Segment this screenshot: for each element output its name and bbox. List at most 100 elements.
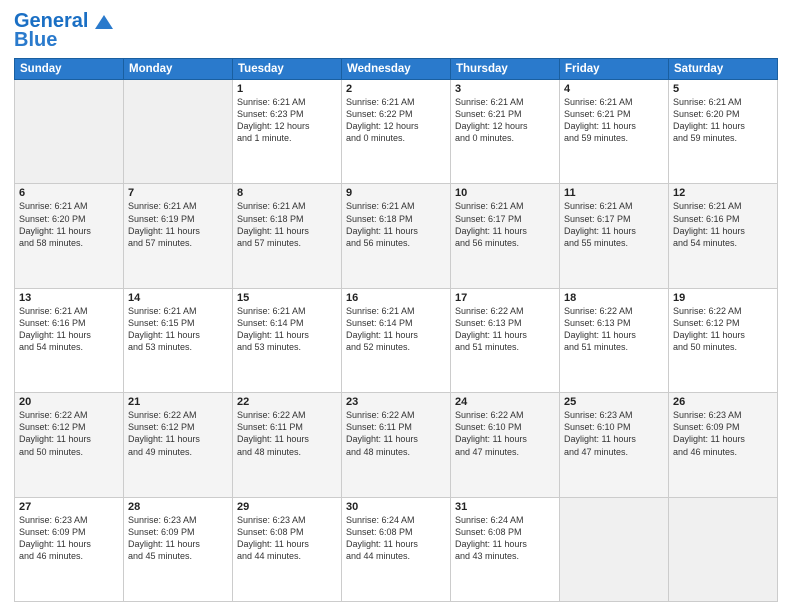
calendar-cell: 24Sunrise: 6:22 AM Sunset: 6:10 PM Dayli… [451, 393, 560, 497]
day-info: Sunrise: 6:21 AM Sunset: 6:19 PM Dayligh… [128, 200, 228, 249]
calendar-cell [560, 497, 669, 601]
calendar-cell: 29Sunrise: 6:23 AM Sunset: 6:08 PM Dayli… [233, 497, 342, 601]
calendar-cell: 16Sunrise: 6:21 AM Sunset: 6:14 PM Dayli… [342, 288, 451, 392]
day-number: 29 [237, 501, 337, 513]
calendar-cell: 10Sunrise: 6:21 AM Sunset: 6:17 PM Dayli… [451, 184, 560, 288]
calendar-week-5: 27Sunrise: 6:23 AM Sunset: 6:09 PM Dayli… [15, 497, 778, 601]
day-info: Sunrise: 6:23 AM Sunset: 6:09 PM Dayligh… [673, 409, 773, 458]
calendar-cell: 12Sunrise: 6:21 AM Sunset: 6:16 PM Dayli… [669, 184, 778, 288]
day-info: Sunrise: 6:21 AM Sunset: 6:20 PM Dayligh… [673, 96, 773, 145]
day-number: 13 [19, 292, 119, 304]
day-number: 5 [673, 83, 773, 95]
calendar-cell: 31Sunrise: 6:24 AM Sunset: 6:08 PM Dayli… [451, 497, 560, 601]
day-number: 22 [237, 396, 337, 408]
calendar-table: SundayMondayTuesdayWednesdayThursdayFrid… [14, 58, 778, 602]
calendar-cell: 14Sunrise: 6:21 AM Sunset: 6:15 PM Dayli… [124, 288, 233, 392]
calendar-cell [15, 80, 124, 184]
weekday-header-sunday: Sunday [15, 59, 124, 80]
calendar-cell: 7Sunrise: 6:21 AM Sunset: 6:19 PM Daylig… [124, 184, 233, 288]
calendar-cell: 19Sunrise: 6:22 AM Sunset: 6:12 PM Dayli… [669, 288, 778, 392]
day-info: Sunrise: 6:21 AM Sunset: 6:15 PM Dayligh… [128, 305, 228, 354]
day-number: 16 [346, 292, 446, 304]
day-info: Sunrise: 6:21 AM Sunset: 6:21 PM Dayligh… [455, 96, 555, 145]
day-info: Sunrise: 6:22 AM Sunset: 6:13 PM Dayligh… [564, 305, 664, 354]
day-info: Sunrise: 6:23 AM Sunset: 6:10 PM Dayligh… [564, 409, 664, 458]
day-info: Sunrise: 6:24 AM Sunset: 6:08 PM Dayligh… [455, 514, 555, 563]
weekday-header-saturday: Saturday [669, 59, 778, 80]
day-info: Sunrise: 6:21 AM Sunset: 6:18 PM Dayligh… [237, 200, 337, 249]
day-number: 2 [346, 83, 446, 95]
calendar-cell: 9Sunrise: 6:21 AM Sunset: 6:18 PM Daylig… [342, 184, 451, 288]
day-number: 14 [128, 292, 228, 304]
calendar-cell: 26Sunrise: 6:23 AM Sunset: 6:09 PM Dayli… [669, 393, 778, 497]
day-number: 17 [455, 292, 555, 304]
day-info: Sunrise: 6:23 AM Sunset: 6:09 PM Dayligh… [128, 514, 228, 563]
day-info: Sunrise: 6:21 AM Sunset: 6:18 PM Dayligh… [346, 200, 446, 249]
day-info: Sunrise: 6:21 AM Sunset: 6:20 PM Dayligh… [19, 200, 119, 249]
calendar-header-row: SundayMondayTuesdayWednesdayThursdayFrid… [15, 59, 778, 80]
day-number: 8 [237, 187, 337, 199]
day-info: Sunrise: 6:21 AM Sunset: 6:14 PM Dayligh… [237, 305, 337, 354]
calendar-cell: 20Sunrise: 6:22 AM Sunset: 6:12 PM Dayli… [15, 393, 124, 497]
calendar-cell [669, 497, 778, 601]
day-info: Sunrise: 6:22 AM Sunset: 6:13 PM Dayligh… [455, 305, 555, 354]
day-number: 25 [564, 396, 664, 408]
calendar-cell: 2Sunrise: 6:21 AM Sunset: 6:22 PM Daylig… [342, 80, 451, 184]
weekday-header-thursday: Thursday [451, 59, 560, 80]
day-number: 3 [455, 83, 555, 95]
weekday-header-monday: Monday [124, 59, 233, 80]
calendar-cell: 22Sunrise: 6:22 AM Sunset: 6:11 PM Dayli… [233, 393, 342, 497]
calendar-cell: 23Sunrise: 6:22 AM Sunset: 6:11 PM Dayli… [342, 393, 451, 497]
day-info: Sunrise: 6:21 AM Sunset: 6:17 PM Dayligh… [564, 200, 664, 249]
day-info: Sunrise: 6:21 AM Sunset: 6:21 PM Dayligh… [564, 96, 664, 145]
day-info: Sunrise: 6:22 AM Sunset: 6:11 PM Dayligh… [237, 409, 337, 458]
day-info: Sunrise: 6:21 AM Sunset: 6:22 PM Dayligh… [346, 96, 446, 145]
day-number: 15 [237, 292, 337, 304]
calendar-cell: 3Sunrise: 6:21 AM Sunset: 6:21 PM Daylig… [451, 80, 560, 184]
day-number: 27 [19, 501, 119, 513]
calendar-cell: 4Sunrise: 6:21 AM Sunset: 6:21 PM Daylig… [560, 80, 669, 184]
calendar-cell: 28Sunrise: 6:23 AM Sunset: 6:09 PM Dayli… [124, 497, 233, 601]
day-number: 19 [673, 292, 773, 304]
calendar-cell [124, 80, 233, 184]
logo: General Blue [14, 10, 113, 52]
day-info: Sunrise: 6:22 AM Sunset: 6:12 PM Dayligh… [128, 409, 228, 458]
weekday-header-wednesday: Wednesday [342, 59, 451, 80]
calendar-week-2: 6Sunrise: 6:21 AM Sunset: 6:20 PM Daylig… [15, 184, 778, 288]
calendar-cell: 6Sunrise: 6:21 AM Sunset: 6:20 PM Daylig… [15, 184, 124, 288]
day-info: Sunrise: 6:21 AM Sunset: 6:17 PM Dayligh… [455, 200, 555, 249]
calendar-week-3: 13Sunrise: 6:21 AM Sunset: 6:16 PM Dayli… [15, 288, 778, 392]
day-info: Sunrise: 6:22 AM Sunset: 6:12 PM Dayligh… [19, 409, 119, 458]
day-number: 1 [237, 83, 337, 95]
day-number: 31 [455, 501, 555, 513]
day-info: Sunrise: 6:21 AM Sunset: 6:23 PM Dayligh… [237, 96, 337, 145]
day-number: 9 [346, 187, 446, 199]
day-info: Sunrise: 6:22 AM Sunset: 6:10 PM Dayligh… [455, 409, 555, 458]
day-number: 30 [346, 501, 446, 513]
weekday-header-friday: Friday [560, 59, 669, 80]
day-number: 4 [564, 83, 664, 95]
calendar-week-4: 20Sunrise: 6:22 AM Sunset: 6:12 PM Dayli… [15, 393, 778, 497]
calendar-cell: 11Sunrise: 6:21 AM Sunset: 6:17 PM Dayli… [560, 184, 669, 288]
calendar-cell: 17Sunrise: 6:22 AM Sunset: 6:13 PM Dayli… [451, 288, 560, 392]
day-number: 24 [455, 396, 555, 408]
day-number: 7 [128, 187, 228, 199]
day-info: Sunrise: 6:24 AM Sunset: 6:08 PM Dayligh… [346, 514, 446, 563]
weekday-header-tuesday: Tuesday [233, 59, 342, 80]
calendar-week-1: 1Sunrise: 6:21 AM Sunset: 6:23 PM Daylig… [15, 80, 778, 184]
day-number: 18 [564, 292, 664, 304]
calendar-cell: 13Sunrise: 6:21 AM Sunset: 6:16 PM Dayli… [15, 288, 124, 392]
day-number: 26 [673, 396, 773, 408]
calendar-cell: 5Sunrise: 6:21 AM Sunset: 6:20 PM Daylig… [669, 80, 778, 184]
day-number: 6 [19, 187, 119, 199]
day-info: Sunrise: 6:23 AM Sunset: 6:09 PM Dayligh… [19, 514, 119, 563]
calendar-cell: 25Sunrise: 6:23 AM Sunset: 6:10 PM Dayli… [560, 393, 669, 497]
calendar-cell: 21Sunrise: 6:22 AM Sunset: 6:12 PM Dayli… [124, 393, 233, 497]
day-number: 10 [455, 187, 555, 199]
day-number: 20 [19, 396, 119, 408]
day-info: Sunrise: 6:22 AM Sunset: 6:12 PM Dayligh… [673, 305, 773, 354]
day-info: Sunrise: 6:21 AM Sunset: 6:16 PM Dayligh… [19, 305, 119, 354]
day-number: 23 [346, 396, 446, 408]
day-number: 21 [128, 396, 228, 408]
calendar-cell: 8Sunrise: 6:21 AM Sunset: 6:18 PM Daylig… [233, 184, 342, 288]
